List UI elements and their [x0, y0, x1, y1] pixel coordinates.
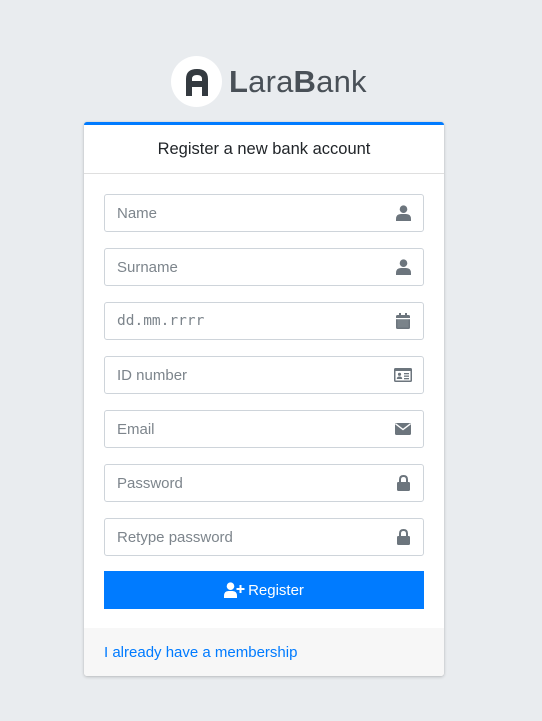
surname-field[interactable]	[104, 248, 424, 286]
card-title: Register a new bank account	[84, 125, 444, 174]
register-card: Register a new bank account Name Surname…	[84, 122, 444, 676]
register-button-label: Register	[248, 581, 304, 599]
password-field[interactable]	[104, 464, 424, 502]
user-plus-icon	[224, 582, 245, 598]
user-icon	[383, 249, 423, 285]
register-button[interactable]: Register	[104, 571, 424, 609]
logo-mark	[171, 56, 222, 107]
surname-input[interactable]	[105, 249, 383, 285]
card-footer: I already have a membership	[84, 628, 444, 676]
retype-password-field[interactable]	[104, 518, 424, 556]
lock-icon	[383, 519, 423, 555]
register-form	[84, 174, 444, 629]
envelope-icon	[383, 411, 423, 447]
id-number-input[interactable]	[105, 357, 383, 393]
app-logo[interactable]: LaraBank	[171, 56, 367, 107]
name-field[interactable]	[104, 194, 424, 232]
brand-letter-l: L	[229, 64, 249, 99]
login-link[interactable]: I already have a membership	[104, 644, 297, 661]
password-input[interactable]	[105, 465, 383, 501]
id-number-field[interactable]	[104, 356, 424, 394]
email-input[interactable]	[105, 411, 383, 447]
user-icon	[383, 195, 423, 231]
calendar-icon	[383, 303, 423, 339]
birthdate-field[interactable]	[104, 302, 424, 340]
name-input[interactable]	[105, 195, 383, 231]
app-name: LaraBank	[229, 66, 367, 97]
brand-letter-b: B	[293, 64, 317, 99]
brand-text-ank: ank	[316, 64, 367, 99]
lock-icon	[383, 465, 423, 501]
retype-password-input[interactable]	[105, 519, 383, 555]
logo-a-icon	[185, 68, 208, 96]
email-field[interactable]	[104, 410, 424, 448]
brand-text-ara: ara	[248, 64, 294, 99]
birthdate-input[interactable]	[105, 303, 383, 339]
id-card-icon	[383, 357, 423, 393]
